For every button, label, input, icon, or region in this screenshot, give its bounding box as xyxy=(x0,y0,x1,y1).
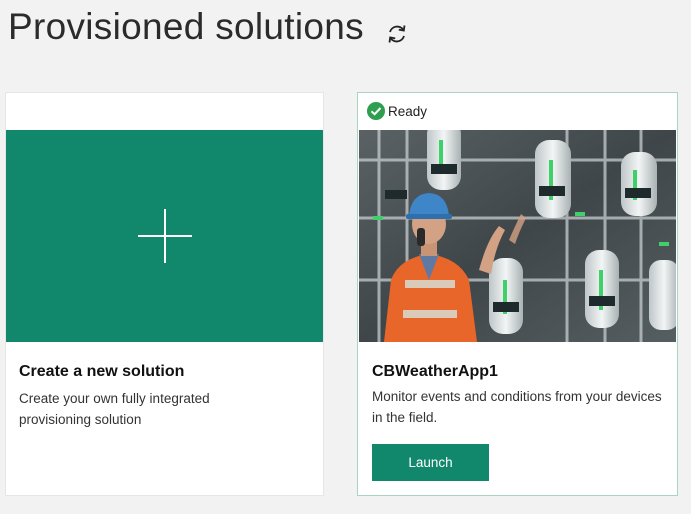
create-solution-title: Create a new solution xyxy=(19,363,185,380)
launch-button[interactable]: Launch xyxy=(372,444,489,481)
refresh-icon xyxy=(388,25,406,43)
header: Provisioned solutions xyxy=(8,2,410,52)
solution-card: Ready CBWeatherApp1 Monitor events and c… xyxy=(357,92,678,496)
create-solution-tile[interactable] xyxy=(6,130,323,342)
plus-icon xyxy=(137,209,192,263)
status-label: Ready xyxy=(388,103,428,119)
refresh-button[interactable] xyxy=(384,21,410,47)
check-circle-icon xyxy=(367,102,385,120)
industrial-worker-photo xyxy=(359,130,676,342)
create-solution-card[interactable]: Create a new solution Create your own fu… xyxy=(5,92,324,496)
solution-image xyxy=(359,130,676,342)
create-solution-description: Create your own fully integrated provisi… xyxy=(19,391,210,427)
solution-name: CBWeatherApp1 xyxy=(372,363,498,380)
solution-description: Monitor events and conditions from your … xyxy=(372,389,662,425)
status-badge: Ready xyxy=(367,102,427,120)
page-title: Provisioned solutions xyxy=(8,6,364,47)
